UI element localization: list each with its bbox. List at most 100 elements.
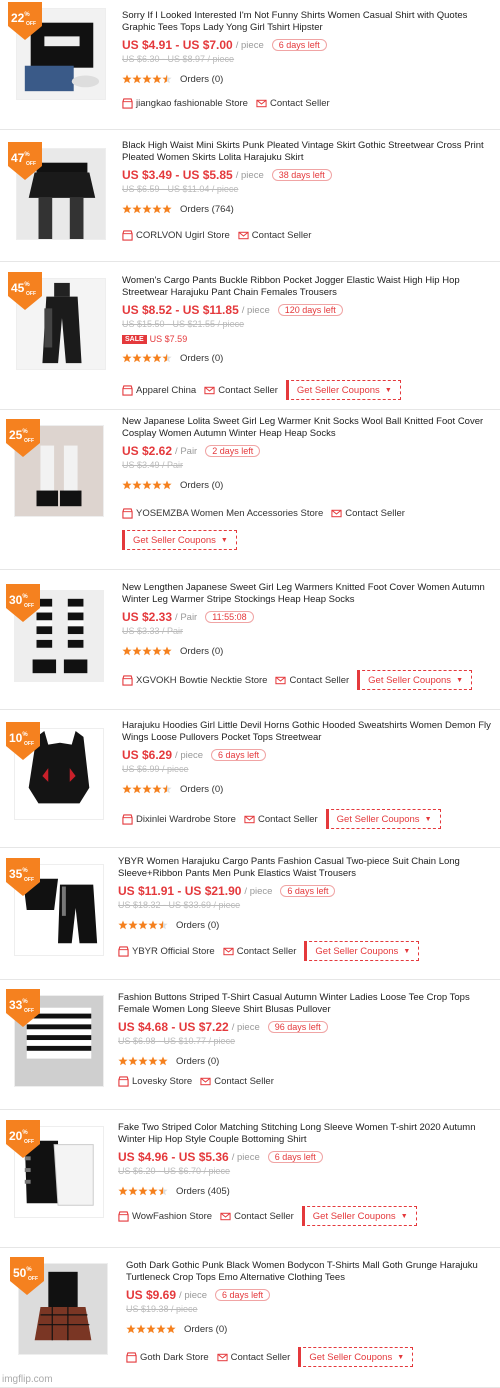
product-card: 47% OFF Black High Waist Mini Skirts Pun… xyxy=(0,130,500,262)
product-card: 25% OFF New Japanese Lolita Sweet Girl L… xyxy=(0,410,500,570)
store-link[interactable]: CORLVON Ugirl Store xyxy=(122,230,230,241)
product-info: New Lengthen Japanese Sweet Girl Leg War… xyxy=(122,582,496,657)
product-info: YBYR Women Harajuku Cargo Pants Fashion … xyxy=(118,856,496,931)
original-price: US $15.50 - US $21.55 / piece xyxy=(122,319,245,329)
product-title[interactable]: Goth Dark Gothic Punk Black Women Bodyco… xyxy=(126,1260,496,1284)
discount-badge: 45% OFF xyxy=(8,272,42,310)
product-price: US $2.62 xyxy=(122,444,173,458)
contact-seller-link[interactable]: Contact Seller xyxy=(244,814,318,825)
star-icon xyxy=(162,646,172,656)
star-icon xyxy=(152,646,162,656)
get-seller-coupons-button[interactable]: Get Seller Coupons ▼ xyxy=(298,1347,414,1367)
store-link[interactable]: YOSEMZBA Women Men Accessories Store xyxy=(122,508,323,519)
star-icon xyxy=(162,204,172,214)
store-link[interactable]: Apparel China xyxy=(122,385,196,396)
get-seller-coupons-button[interactable]: Get Seller Coupons ▼ xyxy=(301,1206,417,1226)
original-price: US $3.49 / Pair xyxy=(122,460,184,470)
get-seller-coupons-button[interactable]: Get Seller Coupons ▼ xyxy=(357,670,472,690)
get-seller-coupons-button[interactable]: Get Seller Coupons ▼ xyxy=(122,530,237,550)
discount-badge: 10% OFF xyxy=(6,722,40,760)
product-title[interactable]: YBYR Women Harajuku Cargo Pants Fashion … xyxy=(118,856,496,880)
product-card: 20% OFF Fake Two Striped Color Matching … xyxy=(0,1110,500,1248)
product-title[interactable]: Fashion Buttons Striped T-Shirt Casual A… xyxy=(118,992,496,1016)
store-link[interactable]: WowFashion Store xyxy=(118,1211,212,1222)
star-icon xyxy=(148,920,158,930)
price-unit: / Pair xyxy=(175,611,198,623)
discount-badge: 20% OFF xyxy=(6,1120,40,1158)
store-icon xyxy=(122,230,133,241)
price-unit: / piece xyxy=(175,749,204,761)
deal-timer: 2 days left xyxy=(205,445,261,457)
product-card: 35% OFF YBYR Women Harajuku Cargo Pants … xyxy=(0,848,500,980)
mail-icon xyxy=(217,1353,228,1361)
product-price: US $6.29 xyxy=(122,748,173,762)
contact-seller-link[interactable]: Contact Seller xyxy=(220,1211,294,1222)
get-seller-coupons-button[interactable]: Get Seller Coupons ▼ xyxy=(304,941,420,961)
store-link[interactable]: Lovesky Store xyxy=(118,1076,192,1087)
star-half-icon xyxy=(162,353,172,363)
mail-icon xyxy=(204,386,215,394)
discount-badge: 25% OFF xyxy=(6,419,40,457)
star-icon xyxy=(162,480,172,490)
star-icon xyxy=(132,204,142,214)
star-icon xyxy=(142,353,152,363)
product-title[interactable]: Women's Cargo Pants Buckle Ribbon Pocket… xyxy=(122,275,496,299)
store-link[interactable]: XGVOKH Bowtie Necktie Store xyxy=(122,675,267,686)
product-title[interactable]: Sorry If I Looked Interested I'm Not Fun… xyxy=(122,10,496,34)
star-icon xyxy=(142,74,152,84)
contact-seller-link[interactable]: Contact Seller xyxy=(217,1352,290,1363)
contact-seller-link[interactable]: Contact Seller xyxy=(204,385,278,396)
mail-icon xyxy=(200,1077,211,1086)
price-unit: / Pair xyxy=(175,445,198,457)
product-title[interactable]: New Lengthen Japanese Sweet Girl Leg War… xyxy=(122,582,496,606)
product-card: 50% OFF Goth Dark Gothic Punk Black Wome… xyxy=(0,1248,500,1388)
product-title[interactable]: New Japanese Lolita Sweet Girl Leg Warme… xyxy=(122,416,496,440)
get-seller-coupons-button[interactable]: Get Seller Coupons ▼ xyxy=(325,809,441,829)
product-price: US $3.49 - US $5.85 xyxy=(122,168,233,182)
product-title[interactable]: Fake Two Striped Color Matching Stitchin… xyxy=(118,1122,496,1146)
original-price: US $6.98 - US $10.77 / piece xyxy=(118,1036,236,1046)
star-half-icon xyxy=(158,1186,168,1196)
deal-timer: 6 days left xyxy=(271,39,327,51)
orders-count: Orders (0) xyxy=(180,352,224,364)
discount-badge: 47% OFF xyxy=(8,142,42,180)
product-title[interactable]: Black High Waist Mini Skirts Punk Pleate… xyxy=(122,140,496,164)
orders-count: Orders (764) xyxy=(180,203,234,215)
price-unit: / piece xyxy=(231,1021,260,1033)
star-icon xyxy=(118,1056,128,1066)
product-info: New Japanese Lolita Sweet Girl Leg Warme… xyxy=(122,416,496,491)
star-icon xyxy=(118,920,128,930)
store-link[interactable]: YBYR Official Store xyxy=(118,946,215,957)
store-link[interactable]: jiangkao fashionable Store xyxy=(122,98,248,109)
orders-count: Orders (0) xyxy=(180,645,224,657)
contact-seller-link[interactable]: Contact Seller xyxy=(256,98,330,109)
product-title[interactable]: Harajuku Hoodies Girl Little Devil Horns… xyxy=(122,720,496,744)
original-price: US $6.59 - US $11.04 / piece xyxy=(122,184,239,194)
star-icon xyxy=(132,480,142,490)
get-seller-coupons-button[interactable]: Get Seller Coupons ▼ xyxy=(285,380,401,400)
store-link[interactable]: Dixinlei Wardrobe Store xyxy=(122,814,236,825)
star-icon xyxy=(142,784,152,794)
contact-seller-link[interactable]: Contact Seller xyxy=(223,946,296,957)
contact-seller-link[interactable]: Contact Seller xyxy=(275,675,349,686)
store-link[interactable]: Goth Dark Store xyxy=(126,1352,209,1363)
seller-row: XGVOKH Bowtie Necktie Store Contact Sell… xyxy=(122,670,472,690)
product-info: Fashion Buttons Striped T-Shirt Casual A… xyxy=(118,992,496,1067)
contact-seller-link[interactable]: Contact Seller xyxy=(331,508,405,519)
deal-timer: 11:55:08 xyxy=(205,611,254,623)
seller-row: Apparel China Contact Seller Get Seller … xyxy=(122,380,401,400)
contact-seller-link[interactable]: Contact Seller xyxy=(200,1076,274,1087)
star-icon xyxy=(122,204,132,214)
caret-down-icon: ▼ xyxy=(220,536,228,544)
product-price: US $2.33 xyxy=(122,610,173,624)
product-price: US $9.69 xyxy=(126,1288,177,1302)
orders-count: Orders (0) xyxy=(184,1323,228,1335)
contact-seller-link[interactable]: Contact Seller xyxy=(238,230,311,241)
discount-badge: 30% OFF xyxy=(6,584,40,622)
star-icon xyxy=(132,353,142,363)
caret-down-icon: ▼ xyxy=(384,386,392,394)
star-icon xyxy=(142,646,152,656)
store-icon xyxy=(118,945,129,957)
deal-timer: 6 days left xyxy=(215,1289,271,1301)
star-icon xyxy=(138,920,148,930)
